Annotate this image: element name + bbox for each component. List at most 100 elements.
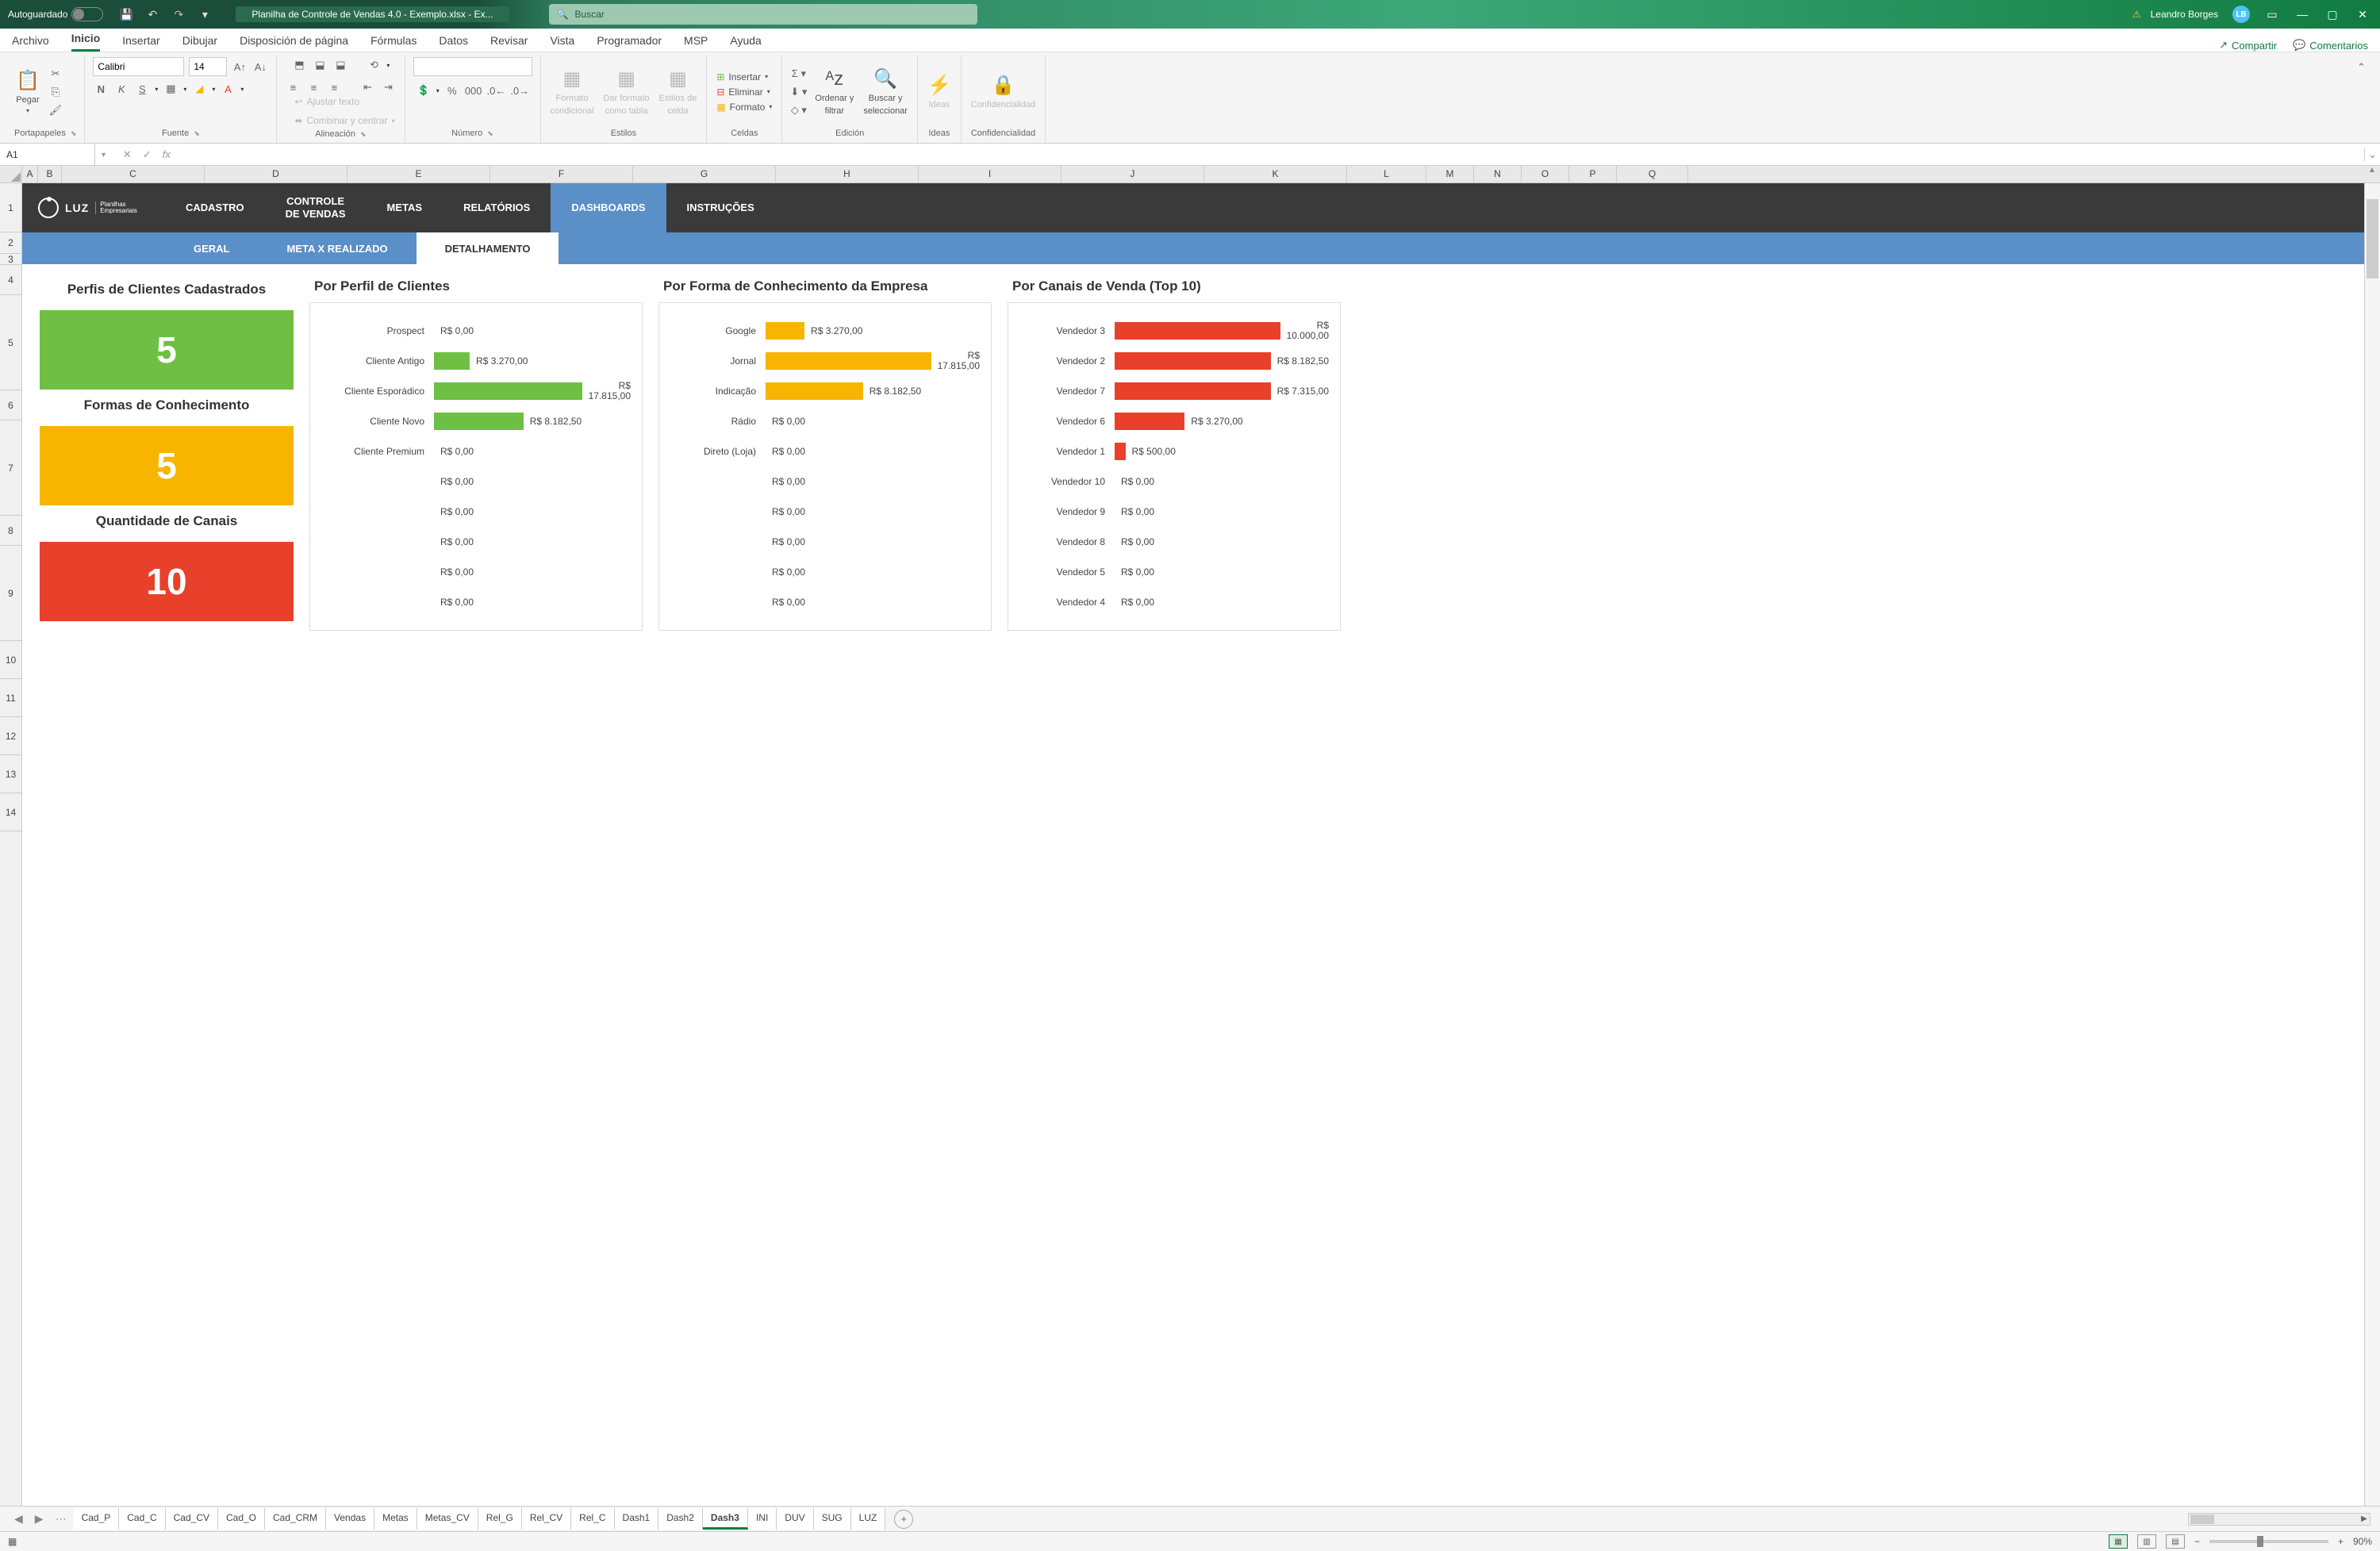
row-header[interactable]: 8 xyxy=(0,516,21,546)
tab-programador[interactable]: Programador xyxy=(597,30,662,52)
nav-relatorios[interactable]: RELATÓRIOS xyxy=(443,183,551,232)
wrap-text-button[interactable]: ↩Ajustar texto xyxy=(293,95,361,108)
row-header[interactable]: 10 xyxy=(0,641,21,679)
toggle-pill-icon[interactable] xyxy=(71,7,103,21)
col-header[interactable]: C xyxy=(62,166,205,182)
col-header[interactable]: A xyxy=(22,166,38,182)
orientation-icon[interactable]: ⟲ xyxy=(366,57,382,73)
vertical-scrollbar[interactable] xyxy=(2364,183,2380,1506)
confidentiality-button[interactable]: 🔒Confidencialidad xyxy=(969,71,1037,112)
sheet-tab[interactable]: Cad_CRM xyxy=(265,1508,326,1530)
increase-decimal-icon[interactable]: .0← xyxy=(487,83,506,98)
tab-inicio[interactable]: Inicio xyxy=(71,28,101,52)
select-all-corner[interactable] xyxy=(0,166,22,183)
percent-icon[interactable]: % xyxy=(444,83,460,98)
indent-decrease-icon[interactable]: ⇤ xyxy=(359,79,375,95)
zoom-in-icon[interactable]: + xyxy=(2338,1536,2344,1547)
col-header[interactable]: G xyxy=(633,166,776,182)
save-icon[interactable]: 💾 xyxy=(119,7,133,21)
subtab-meta[interactable]: META X REALIZADO xyxy=(259,232,416,264)
sheet-tab[interactable]: Rel_C xyxy=(571,1508,614,1530)
align-top-icon[interactable]: ⬒ xyxy=(291,57,307,73)
col-header[interactable]: L xyxy=(1347,166,1426,182)
merge-center-button[interactable]: ⬌Combinar y centrar▾ xyxy=(293,114,396,127)
tab-datos[interactable]: Datos xyxy=(439,30,468,52)
row-header[interactable]: 11 xyxy=(0,679,21,717)
row-header[interactable]: 13 xyxy=(0,755,21,793)
scroll-up-icon[interactable]: ▲ xyxy=(2364,166,2380,183)
tab-msp[interactable]: MSP xyxy=(684,30,708,52)
group-font[interactable]: Fuente xyxy=(93,126,268,140)
group-alignment[interactable]: Alineación xyxy=(285,127,396,141)
font-name-select[interactable] xyxy=(93,57,184,76)
align-left-icon[interactable]: ≡ xyxy=(285,79,301,95)
add-sheet-button[interactable]: + xyxy=(894,1510,913,1529)
bold-button[interactable]: N xyxy=(93,81,109,97)
row-header[interactable]: 12 xyxy=(0,717,21,755)
underline-button[interactable]: S xyxy=(134,81,150,97)
decrease-font-icon[interactable]: A↓ xyxy=(252,59,268,75)
col-header[interactable]: H xyxy=(776,166,919,182)
font-size-select[interactable] xyxy=(189,57,227,76)
maximize-icon[interactable]: ▢ xyxy=(2324,8,2340,21)
subtab-detalhamento[interactable]: DETALHAMENTO xyxy=(416,232,559,264)
col-header[interactable]: D xyxy=(205,166,347,182)
name-box[interactable]: A1 xyxy=(0,144,95,165)
clear-icon[interactable]: ◇ ▾ xyxy=(790,102,807,118)
sheet-tab[interactable]: Vendas xyxy=(326,1508,374,1530)
fill-icon[interactable]: ⬇ ▾ xyxy=(790,84,807,100)
align-right-icon[interactable]: ≡ xyxy=(326,79,342,95)
comma-icon[interactable]: 000 xyxy=(465,83,482,98)
increase-font-icon[interactable]: A↑ xyxy=(232,59,248,75)
nav-metas[interactable]: METAS xyxy=(367,183,443,232)
accounting-icon[interactable]: 💲 xyxy=(416,83,432,98)
row-header[interactable]: 2 xyxy=(0,232,21,254)
sheet-tab[interactable]: Cad_CV xyxy=(166,1508,218,1530)
col-header[interactable]: P xyxy=(1569,166,1617,182)
insert-cells-button[interactable]: ⊞Insertar▾ xyxy=(715,71,774,83)
hscroll-right-icon[interactable]: ▶ xyxy=(2359,1514,2370,1525)
decrease-decimal-icon[interactable]: .0→ xyxy=(510,83,529,98)
search-bar[interactable]: 🔍 Buscar xyxy=(549,4,977,25)
sheet-tab[interactable]: DUV xyxy=(777,1508,813,1530)
qat-more-icon[interactable]: ▾ xyxy=(198,7,212,21)
nav-dashboards[interactable]: DASHBOARDS xyxy=(551,183,666,232)
horizontal-scrollbar[interactable]: ◀ ▶ xyxy=(2188,1513,2370,1526)
filename[interactable]: Planilha de Controle de Vendas 4.0 - Exe… xyxy=(236,6,509,22)
delete-cells-button[interactable]: ⊟Eliminar▾ xyxy=(715,86,774,98)
row-header[interactable]: 1 xyxy=(0,183,21,232)
sheet-nav-more-icon[interactable]: ⋯ xyxy=(51,1512,71,1526)
sheet-tab[interactable]: Dash2 xyxy=(658,1508,703,1530)
tab-vista[interactable]: Vista xyxy=(550,30,574,52)
user-avatar[interactable]: LB xyxy=(2232,6,2250,23)
tab-archivo[interactable]: Archivo xyxy=(12,30,49,52)
sheet-tab[interactable]: Metas xyxy=(374,1508,417,1530)
col-header[interactable]: J xyxy=(1061,166,1204,182)
row-header[interactable]: 4 xyxy=(0,265,21,295)
worksheet-grid[interactable]: LUZ Planilhas Empresariais CADASTRO CONT… xyxy=(22,183,2364,1506)
col-header[interactable]: E xyxy=(347,166,490,182)
format-table-button[interactable]: ▦Dar formatocomo tabla xyxy=(602,65,651,117)
col-header[interactable]: N xyxy=(1474,166,1522,182)
sheet-tab[interactable]: Rel_CV xyxy=(522,1508,571,1530)
sheet-tab[interactable]: SUG xyxy=(814,1508,851,1530)
autosave-toggle[interactable]: Autoguardado xyxy=(8,7,103,21)
tab-insertar[interactable]: Insertar xyxy=(122,30,159,52)
sheet-tab[interactable]: LUZ xyxy=(851,1508,886,1530)
col-header[interactable]: B xyxy=(38,166,62,182)
format-painter-icon[interactable]: 🖌 xyxy=(48,102,63,118)
tab-ayuda[interactable]: Ayuda xyxy=(730,30,761,52)
cancel-formula-icon[interactable]: ✕ xyxy=(123,148,132,161)
font-color-icon[interactable]: A xyxy=(220,81,236,97)
autosum-icon[interactable]: Σ ▾ xyxy=(790,66,807,82)
record-macro-icon[interactable]: ▦ xyxy=(8,1536,17,1547)
format-cells-button[interactable]: ▦Formato▾ xyxy=(715,101,774,113)
italic-button[interactable]: K xyxy=(113,81,129,97)
sheet-nav-prev-icon[interactable]: ◀ xyxy=(10,1512,28,1526)
sheet-tab[interactable]: INI xyxy=(748,1508,777,1530)
cut-icon[interactable]: ✂ xyxy=(48,66,63,82)
copy-icon[interactable]: ⎘ xyxy=(48,84,63,100)
sheet-tab[interactable]: Dash1 xyxy=(615,1508,659,1530)
sheet-tab[interactable]: Cad_O xyxy=(218,1508,265,1530)
expand-formula-icon[interactable]: ⌄ xyxy=(2364,148,2380,161)
